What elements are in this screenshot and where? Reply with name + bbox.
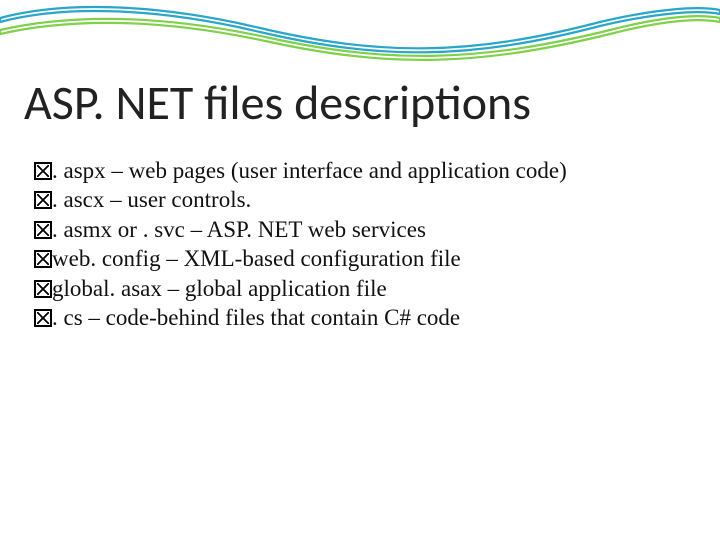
list-item: global. asax – global application file — [34, 274, 670, 303]
list-item: web. config – XML-based configuration fi… — [34, 244, 670, 273]
bullet-icon — [34, 221, 52, 239]
slide-body: . aspx – web pages (user interface and a… — [34, 156, 670, 333]
list-item: . cs – code-behind files that contain C#… — [34, 303, 670, 332]
bullet-icon — [34, 250, 52, 268]
list-item: . asmx or . svc – ASP. NET web services — [34, 215, 670, 244]
bullet-text: . ascx – user controls. — [52, 187, 251, 212]
bullet-text: . aspx – web pages (user interface and a… — [52, 158, 567, 183]
bullet-icon — [34, 191, 52, 209]
list-item: . ascx – user controls. — [34, 185, 670, 214]
bullet-text: web. config – XML-based configuration fi… — [52, 246, 461, 271]
bullet-text: global. asax – global application file — [52, 276, 387, 301]
bullet-icon — [34, 280, 52, 298]
slide: ASP. NET files descriptions . aspx – web… — [0, 0, 720, 540]
bullet-text: . asmx or . svc – ASP. NET web services — [52, 217, 426, 242]
bullet-icon — [34, 162, 52, 180]
bullet-text: . cs – code-behind files that contain C#… — [52, 305, 460, 330]
decorative-wave — [0, 0, 720, 70]
bullet-icon — [34, 309, 52, 327]
slide-title: ASP. NET files descriptions — [24, 78, 696, 128]
list-item: . aspx – web pages (user interface and a… — [34, 156, 670, 185]
